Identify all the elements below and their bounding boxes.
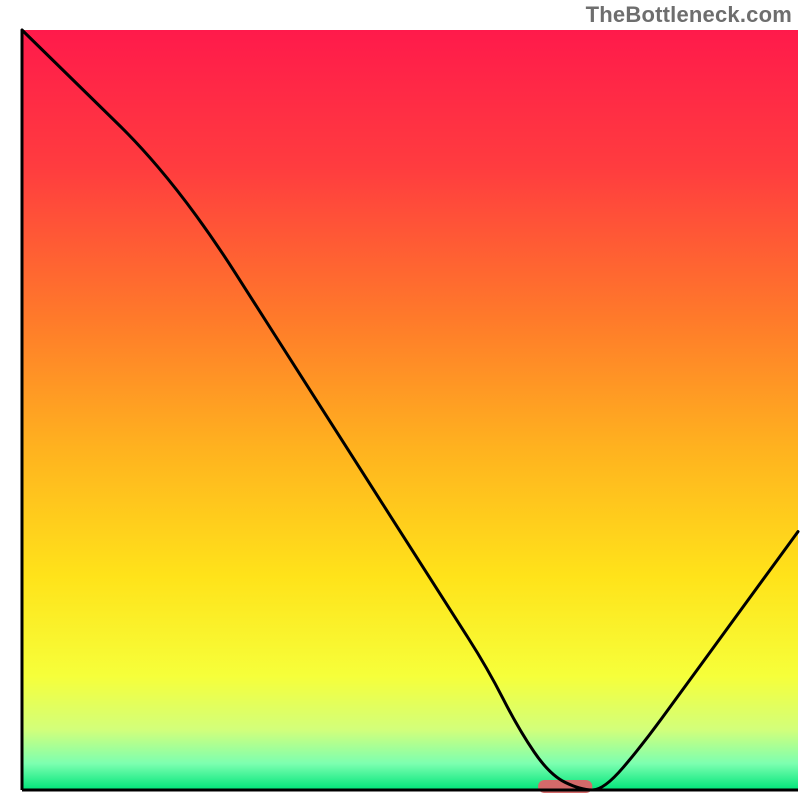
bottleneck-chart (0, 0, 800, 800)
chart-container: TheBottleneck.com (0, 0, 800, 800)
